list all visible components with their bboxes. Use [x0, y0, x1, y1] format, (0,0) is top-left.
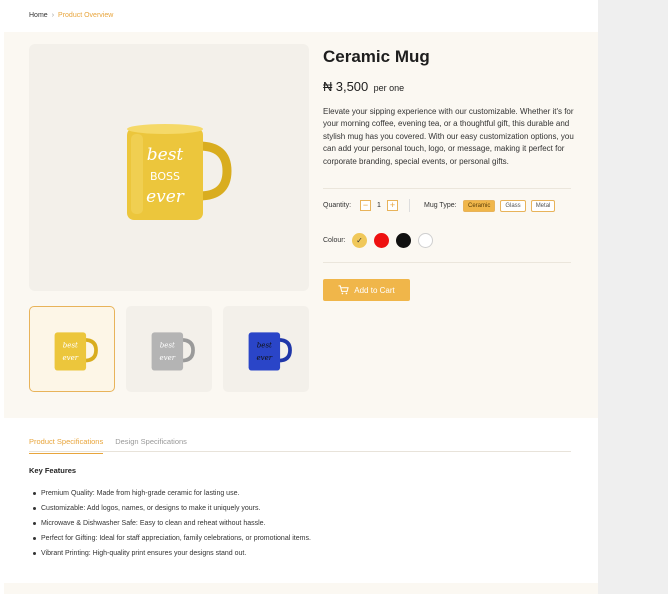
product-price: ₦ 3,500 per one [323, 79, 404, 94]
check-icon: ✓ [356, 236, 363, 245]
mug-thumbnail-icon: best ever [248, 332, 292, 371]
mug-image: best BOSS ever [127, 123, 232, 220]
cart-icon [338, 285, 349, 295]
svg-text:ever: ever [63, 353, 79, 362]
minus-icon[interactable]: − [360, 200, 371, 211]
footer-strip [4, 583, 598, 594]
scroll-area [598, 0, 668, 594]
quantity-stepper: − 1 + [360, 200, 398, 211]
breadcrumb-home-link[interactable]: Home [29, 12, 48, 19]
divider [323, 262, 571, 263]
svg-text:best: best [257, 340, 272, 349]
thumbnail-blue[interactable]: best ever [223, 306, 309, 392]
chevron-right-icon: › [51, 12, 55, 19]
mug-type-metal[interactable]: Metal [530, 200, 556, 212]
svg-text:ever: ever [257, 353, 273, 362]
quantity-label: Quantity: [323, 202, 352, 209]
svg-text:best: best [147, 145, 184, 165]
colour-swatches: ✓ [352, 233, 433, 248]
list-item: Premium Quality: Made from high-grade ce… [33, 486, 311, 501]
breadcrumb: Home › Product Overview [29, 12, 113, 19]
mug-thumbnail-icon: best ever [151, 332, 195, 371]
currency-symbol: ₦ [323, 79, 333, 94]
colour-label: Colour: [323, 237, 346, 244]
list-item: Vibrant Printing: High-quality print ens… [33, 546, 311, 561]
svg-text:ever: ever [160, 353, 176, 362]
vertical-divider [409, 199, 410, 212]
swatch-red[interactable] [374, 233, 389, 248]
list-item: Perfect for Gifting: Ideal for staff app… [33, 531, 311, 546]
mug-type-label: Mug Type: [424, 202, 457, 209]
add-to-cart-button[interactable]: Add to Cart [323, 279, 410, 301]
mug-thumbnail-icon: best ever [54, 332, 98, 371]
plus-icon[interactable]: + [387, 200, 398, 211]
add-to-cart-label: Add to Cart [354, 285, 395, 295]
mug-type-ceramic[interactable]: Ceramic [463, 200, 496, 212]
swatch-black[interactable] [396, 233, 411, 248]
list-item: Customizable: Add logos, names, or desig… [33, 501, 311, 516]
swatch-yellow[interactable]: ✓ [352, 233, 367, 248]
svg-text:ever: ever [146, 187, 185, 207]
breadcrumb-current[interactable]: Product Overview [58, 12, 113, 19]
thumbnail-grey[interactable]: best ever [126, 306, 212, 392]
main-product-image: best BOSS ever [29, 44, 309, 291]
list-item: Microwave & Dishwasher Safe: Easy to cle… [33, 516, 311, 531]
price-unit: per one [373, 83, 405, 93]
tab-divider [29, 451, 571, 452]
swatch-white[interactable] [418, 233, 433, 248]
feature-list: Premium Quality: Made from high-grade ce… [33, 486, 311, 561]
divider [323, 188, 571, 189]
svg-text:BOSS: BOSS [150, 170, 180, 183]
key-features-heading: Key Features [29, 466, 77, 475]
page: Home › Product Overview best BOSS ever b… [0, 0, 598, 594]
thumbnail-yellow[interactable]: best ever [29, 306, 115, 392]
price-amount: 3,500 [335, 79, 369, 94]
quantity-value[interactable]: 1 [374, 202, 384, 209]
svg-text:best: best [63, 340, 78, 349]
mug-type-options: Ceramic Glass Metal [463, 200, 556, 212]
product-title: Ceramic Mug [323, 47, 430, 66]
svg-text:best: best [160, 340, 175, 349]
product-description: Elevate your sipping experience with our… [323, 107, 574, 166]
mug-type-glass[interactable]: Glass [500, 200, 526, 212]
